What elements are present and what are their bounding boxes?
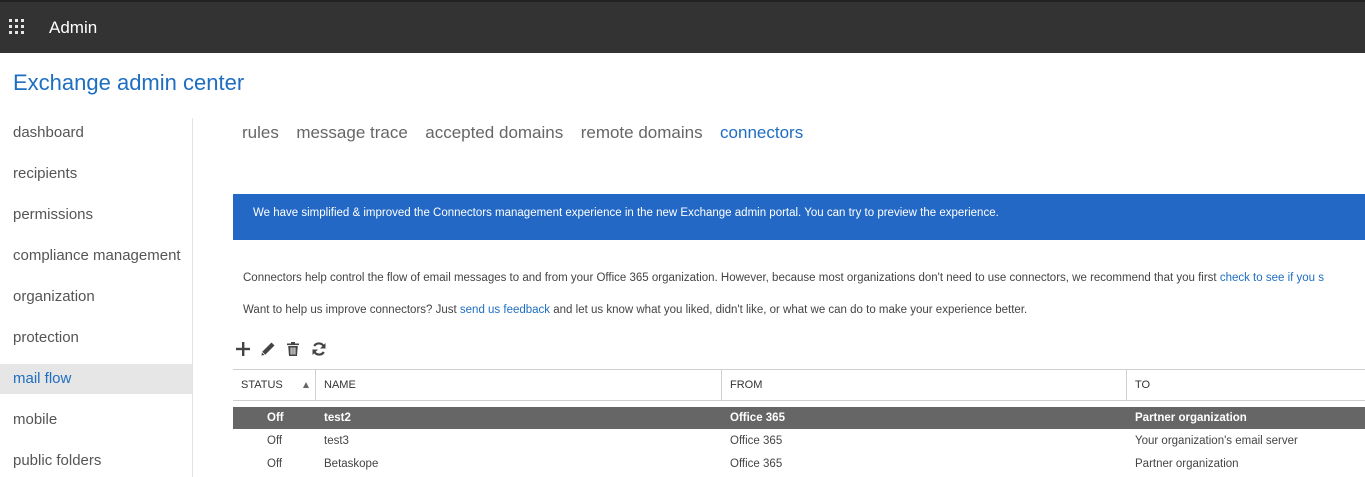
- banner-text: We have simplified & improved the Connec…: [253, 207, 999, 219]
- feedback-pre-text: Want to help us improve connectors? Just: [243, 304, 460, 316]
- tab-accepted-domains[interactable]: accepted domains: [425, 123, 563, 143]
- tab-message-trace[interactable]: message trace: [296, 123, 408, 143]
- edit-icon[interactable]: [259, 340, 277, 358]
- refresh-icon[interactable]: [310, 340, 328, 358]
- tab-bar: rules message trace accepted domains rem…: [242, 123, 816, 147]
- feedback-post-text: and let us know what you liked, didn't l…: [550, 304, 1028, 316]
- cell-name: Betaskope: [324, 458, 379, 470]
- page-title: Exchange admin center: [13, 70, 245, 95]
- cell-to: Partner organization: [1135, 412, 1247, 424]
- delete-icon[interactable]: [284, 340, 302, 358]
- cell-to: Your organization's email server: [1135, 435, 1298, 447]
- cell-status: Off: [267, 458, 283, 470]
- send-feedback-link[interactable]: send us feedback: [460, 304, 550, 316]
- cell-status: Off: [267, 412, 284, 424]
- nav-item-dashboard[interactable]: dashboard: [0, 118, 192, 148]
- check-link[interactable]: check to see if you s: [1220, 272, 1324, 284]
- cell-to: Partner organization: [1135, 458, 1239, 470]
- column-header-status[interactable]: STATUS: [233, 370, 315, 400]
- waffle-icon[interactable]: [9, 19, 25, 35]
- cell-from: Office 365: [730, 458, 783, 470]
- cell-from: Office 365: [730, 435, 783, 447]
- nav-item-compliance-management[interactable]: compliance management: [0, 241, 192, 271]
- preview-banner: We have simplified & improved the Connec…: [233, 194, 1365, 240]
- connectors-description: Connectors help control the flow of emai…: [243, 272, 1324, 284]
- cell-name: test3: [324, 435, 349, 447]
- description-text: Connectors help control the flow of emai…: [243, 272, 1220, 284]
- column-header-name[interactable]: NAME: [315, 370, 721, 400]
- table-header: STATUS NAME FROM TO: [233, 369, 1365, 401]
- table-row[interactable]: Off test2 Office 365 Partner organizatio…: [233, 407, 1365, 429]
- feedback-text: Want to help us improve connectors? Just…: [243, 304, 1027, 316]
- column-header-to[interactable]: TO: [1126, 370, 1365, 400]
- cell-from: Office 365: [730, 412, 785, 424]
- nav-item-permissions[interactable]: permissions: [0, 200, 192, 230]
- column-header-status-label: STATUS: [241, 379, 283, 391]
- table-row[interactable]: Off test3 Office 365 Your organization's…: [233, 430, 1365, 452]
- cell-status: Off: [267, 435, 283, 447]
- nav-item-recipients[interactable]: recipients: [0, 159, 192, 189]
- tab-connectors[interactable]: connectors: [720, 123, 803, 143]
- add-icon[interactable]: [234, 340, 252, 358]
- nav-item-mail-flow[interactable]: mail flow: [0, 364, 192, 394]
- column-header-from[interactable]: FROM: [721, 370, 1126, 400]
- top-bar: Admin: [0, 0, 1365, 53]
- cell-name: test2: [324, 412, 351, 424]
- nav-item-organization[interactable]: organization: [0, 282, 192, 312]
- nav-item-mobile[interactable]: mobile: [0, 405, 192, 435]
- nav-item-protection[interactable]: protection: [0, 323, 192, 353]
- table-row[interactable]: Off Betaskope Office 365 Partner organiz…: [233, 453, 1365, 475]
- left-nav: dashboard recipients permissions complia…: [0, 118, 193, 477]
- tab-remote-domains[interactable]: remote domains: [581, 123, 703, 143]
- tab-rules[interactable]: rules: [242, 123, 279, 143]
- nav-item-public-folders[interactable]: public folders: [0, 446, 192, 476]
- sort-ascending-icon: [303, 382, 309, 388]
- app-title[interactable]: Admin: [49, 18, 97, 38]
